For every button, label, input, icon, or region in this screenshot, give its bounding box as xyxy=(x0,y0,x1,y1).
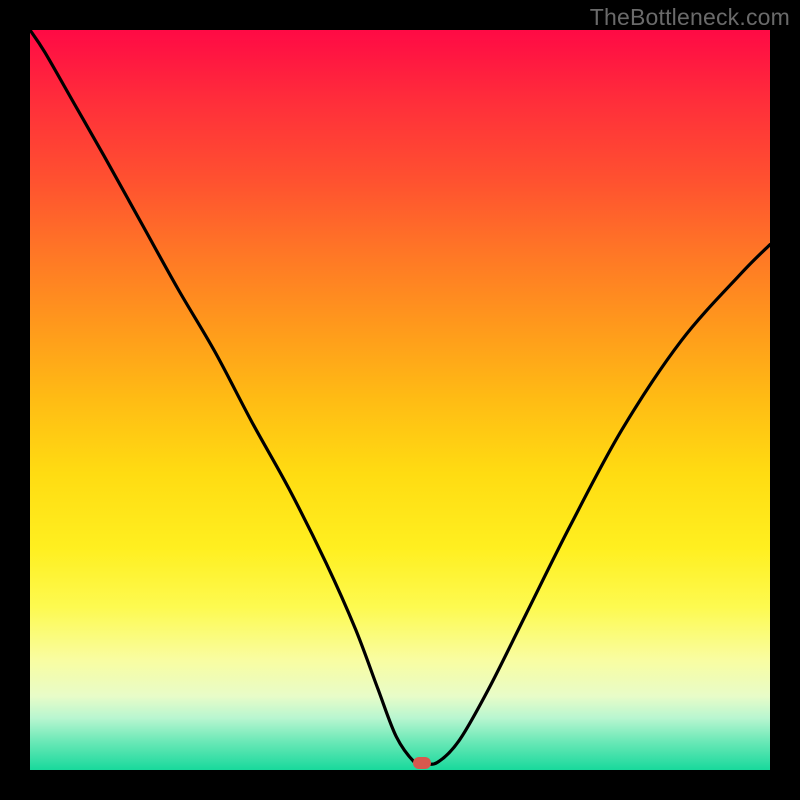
bottleneck-curve xyxy=(30,30,770,765)
curve-svg xyxy=(30,30,770,770)
chart-container: TheBottleneck.com xyxy=(0,0,800,800)
watermark-label: TheBottleneck.com xyxy=(590,4,790,31)
plot-area xyxy=(30,30,770,770)
optimal-point-marker xyxy=(413,757,431,769)
